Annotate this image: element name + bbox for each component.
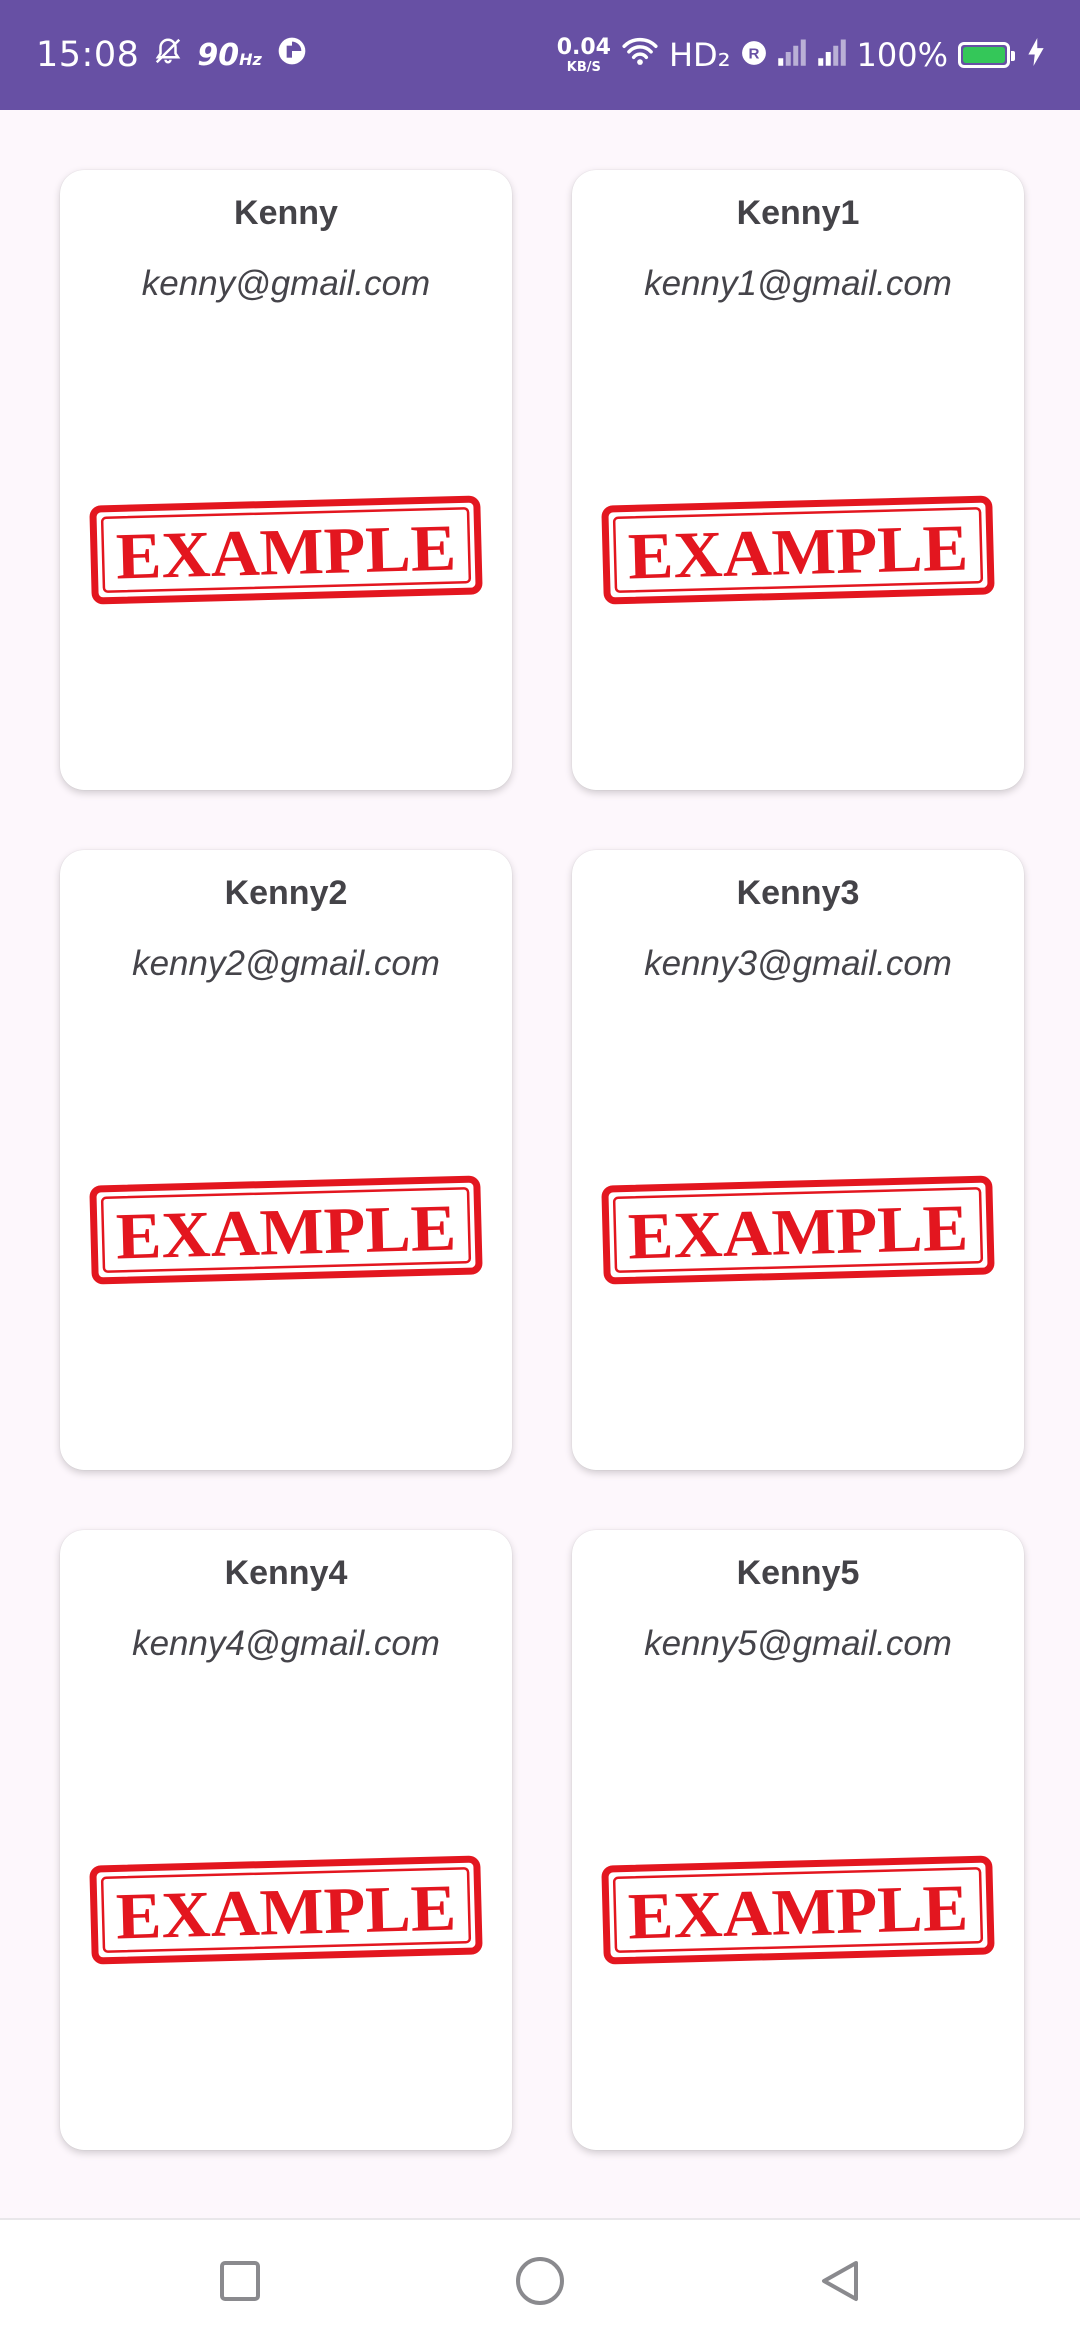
user-email: kenny3@gmail.com: [644, 944, 952, 983]
example-stamp-image: EXAMPLE: [89, 1855, 483, 1965]
svg-text:EXAMPLE: EXAMPLE: [627, 1192, 969, 1274]
svg-text:EXAMPLE: EXAMPLE: [115, 1192, 457, 1274]
user-email: kenny4@gmail.com: [132, 1624, 440, 1663]
charging-icon: [1028, 36, 1044, 74]
signal-icon: [777, 36, 807, 74]
network-type: HD₂: [668, 36, 731, 74]
signal-icon-2: [817, 36, 847, 74]
user-name: Kenny2: [224, 874, 348, 912]
home-circle-icon[interactable]: [510, 2251, 570, 2311]
battery-percent: 100%: [856, 36, 948, 74]
network-speed: 0.04 KB/S: [556, 34, 611, 75]
user-card[interactable]: Kenny1 kenny1@gmail.com EXAMPLE: [572, 170, 1024, 790]
svg-text:EXAMPLE: EXAMPLE: [115, 512, 457, 594]
svg-text:EXAMPLE: EXAMPLE: [627, 512, 969, 594]
user-email: kenny@gmail.com: [141, 264, 431, 303]
user-card[interactable]: Kenny3 kenny3@gmail.com EXAMPLE: [572, 850, 1024, 1470]
user-email: kenny5@gmail.com: [644, 1624, 952, 1663]
status-time: 15:08: [36, 35, 140, 75]
system-nav-bar: [0, 2218, 1080, 2342]
user-email: kenny2@gmail.com: [132, 944, 440, 983]
mute-icon: [153, 35, 183, 75]
user-card[interactable]: Kenny5 kenny5@gmail.com EXAMPLE: [572, 1530, 1024, 2150]
example-stamp-image: EXAMPLE: [89, 495, 483, 605]
back-triangle-icon[interactable]: [810, 2251, 870, 2311]
data-saver-icon: [276, 35, 308, 76]
svg-text:EXAMPLE: EXAMPLE: [115, 1872, 457, 1954]
example-stamp-image: EXAMPLE: [601, 1855, 995, 1965]
user-card[interactable]: Kenny kenny@gmail.com EXAMPLE: [60, 170, 512, 790]
user-card[interactable]: Kenny2 kenny2@gmail.com EXAMPLE: [60, 850, 512, 1470]
user-name: Kenny1: [736, 194, 860, 232]
example-stamp-image: EXAMPLE: [601, 495, 995, 605]
user-card-grid: Kenny kenny@gmail.com EXAMPLE Kenny1 ken…: [60, 170, 1024, 2150]
user-email: kenny1@gmail.com: [644, 264, 952, 303]
status-bar: 15:08 90Hz 0.04 KB/S HD₂ R 100%: [0, 0, 1080, 110]
user-name: Kenny: [234, 194, 338, 232]
svg-text:EXAMPLE: EXAMPLE: [627, 1872, 969, 1954]
user-name: Kenny5: [736, 1554, 860, 1592]
wifi-icon: [621, 35, 659, 75]
example-stamp-image: EXAMPLE: [89, 1175, 483, 1285]
battery-icon: [958, 42, 1015, 68]
user-card[interactable]: Kenny4 kenny4@gmail.com EXAMPLE: [60, 1530, 512, 2150]
recents-square-icon[interactable]: [210, 2251, 270, 2311]
user-name: Kenny4: [224, 1554, 348, 1592]
example-stamp-image: EXAMPLE: [601, 1175, 995, 1285]
refresh-rate: 90Hz: [197, 37, 262, 73]
svg-text:R: R: [748, 45, 759, 62]
user-name: Kenny3: [736, 874, 860, 912]
roaming-icon: R: [741, 36, 767, 74]
